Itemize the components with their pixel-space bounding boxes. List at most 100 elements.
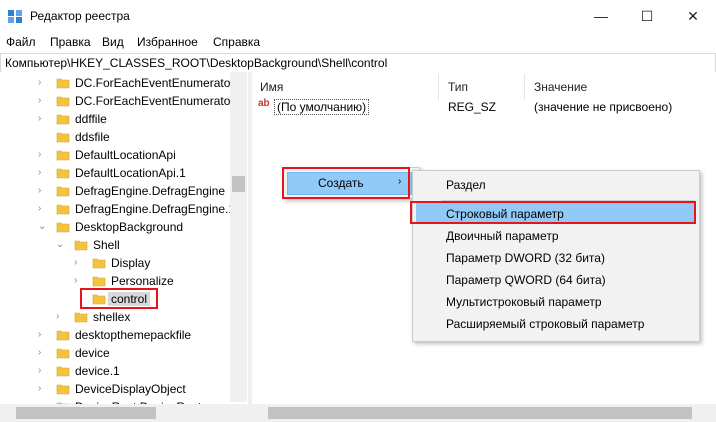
tree-item[interactable]: › DeviceDisplayObject bbox=[0, 380, 230, 398]
tree-item[interactable]: › desktopthemepackfile bbox=[0, 326, 230, 344]
string-value-icon: ab bbox=[258, 98, 270, 109]
tree-item-label: DesktopBackground bbox=[75, 220, 184, 234]
tree-item[interactable]: › DC.ForEachEventEnumerator bbox=[0, 92, 234, 110]
chevron-right-icon[interactable]: › bbox=[38, 113, 41, 124]
tree-item-label: DeviceDisplayObject bbox=[75, 382, 186, 396]
tree-item-label: ddffile bbox=[75, 112, 107, 126]
folder-icon bbox=[56, 204, 70, 215]
chevron-right-icon[interactable]: › bbox=[38, 203, 41, 214]
chevron-right-icon[interactable]: › bbox=[74, 275, 77, 286]
tree-item-label: Display bbox=[111, 256, 151, 270]
column-separator[interactable] bbox=[438, 74, 439, 100]
value-name: (По умолчанию) bbox=[274, 99, 370, 115]
menu-view[interactable]: Вид bbox=[102, 35, 124, 49]
tree-item[interactable]: › Display bbox=[0, 254, 230, 272]
folder-icon bbox=[56, 78, 70, 89]
chevron-down-icon[interactable]: ⌄ bbox=[56, 239, 64, 250]
menu-edit[interactable]: Правка bbox=[50, 35, 91, 49]
tree-panel[interactable]: › DC.ForEachEventEnumerator › DC.ForEachEve… bbox=[0, 72, 248, 422]
chevron-right-icon[interactable]: › bbox=[74, 257, 77, 268]
chevron-right-icon[interactable]: › bbox=[38, 329, 41, 340]
tree-horizontal-scrollbar[interactable] bbox=[0, 404, 248, 422]
chevron-right-icon[interactable]: › bbox=[38, 185, 41, 196]
annotation-highlight-create bbox=[282, 167, 410, 199]
submenu-item-expandable-string-value[interactable]: Расширяемый строковый параметр bbox=[416, 313, 696, 334]
chevron-right-icon[interactable]: › bbox=[38, 77, 41, 88]
folder-icon bbox=[56, 186, 70, 197]
tree-item-label: Personalize bbox=[111, 274, 174, 288]
folder-icon bbox=[74, 240, 88, 251]
tree-item[interactable]: › shellex bbox=[0, 308, 230, 326]
chevron-right-icon[interactable]: › bbox=[38, 95, 41, 106]
column-header-value[interactable]: Значение bbox=[534, 80, 587, 94]
tree-item-label: DC.ForEachEventEnumerator bbox=[75, 94, 235, 108]
submenu-item-dword-value[interactable]: Параметр DWORD (32 бита) bbox=[416, 247, 696, 268]
annotation-highlight-control bbox=[80, 288, 158, 309]
tree-item-label: DefaultLocationApi bbox=[75, 148, 176, 162]
submenu-item-label: Двоичный параметр bbox=[446, 229, 559, 243]
address-bar[interactable]: Компьютер\HKEY_CLASSES_ROOT\DesktopBackg… bbox=[0, 53, 716, 73]
menu-favorites[interactable]: Избранное bbox=[137, 35, 198, 49]
submenu-item-binary-value[interactable]: Двоичный параметр bbox=[416, 225, 696, 246]
submenu-item-label: Раздел bbox=[446, 178, 486, 192]
values-hscroll-thumb[interactable] bbox=[268, 407, 692, 419]
menu-file[interactable]: Файл bbox=[6, 35, 36, 49]
submenu-item-label: Параметр QWORD (64 бита) bbox=[446, 273, 606, 287]
folder-icon bbox=[92, 258, 106, 269]
chevron-right-icon[interactable]: › bbox=[38, 167, 41, 178]
tree-item[interactable]: › DefaultLocationApi bbox=[0, 146, 230, 164]
tree-item[interactable]: › DefaultLocationApi.1 bbox=[0, 164, 230, 182]
tree-scroll-thumb[interactable] bbox=[232, 176, 245, 192]
submenu-item-label: Расширяемый строковый параметр bbox=[446, 317, 645, 331]
chevron-right-icon[interactable]: › bbox=[38, 149, 41, 160]
column-header-name[interactable]: Имя bbox=[260, 80, 283, 94]
window-title: Редактор реестра bbox=[30, 9, 130, 23]
folder-icon bbox=[56, 366, 70, 377]
chevron-right-icon[interactable]: › bbox=[56, 311, 59, 322]
submenu-item-multistring-value[interactable]: Мультистроковый параметр bbox=[416, 291, 696, 312]
minimize-button[interactable]: — bbox=[578, 0, 624, 32]
submenu-item-key[interactable]: Раздел bbox=[416, 174, 696, 195]
submenu-item-label: Мультистроковый параметр bbox=[446, 295, 602, 309]
tree-item[interactable]: › DC.ForEachEventEnumerator bbox=[0, 74, 234, 92]
folder-icon bbox=[56, 96, 70, 107]
tree-item[interactable]: › ddffile bbox=[0, 110, 230, 128]
menu-bar: Файл Правка Вид Избранное Справка bbox=[0, 32, 716, 52]
chevron-right-icon[interactable]: › bbox=[38, 383, 41, 394]
annotation-highlight-string-value bbox=[410, 201, 696, 224]
value-row[interactable]: ab (По умолчанию) REG_SZ (значение не пр… bbox=[256, 98, 716, 116]
tree-item[interactable]: › DefragEngine.DefragEngine.1 bbox=[0, 200, 235, 218]
tree-item[interactable]: › DefragEngine.DefragEngine bbox=[0, 182, 230, 200]
tree-item[interactable]: ⌄ DesktopBackground bbox=[0, 218, 230, 236]
close-icon: ✕ bbox=[687, 8, 699, 24]
close-button[interactable]: ✕ bbox=[670, 0, 716, 32]
column-separator[interactable] bbox=[524, 74, 525, 100]
tree-item-label: desktopthemepackfile bbox=[75, 328, 192, 342]
minimize-icon: — bbox=[594, 8, 608, 24]
tree-item-label: ddsfile bbox=[75, 130, 110, 144]
tree-item[interactable]: › device.1 bbox=[0, 362, 230, 380]
tree-item-label: DefragEngine.DefragEngine.1 bbox=[75, 202, 236, 216]
folder-icon bbox=[56, 114, 70, 125]
folder-icon bbox=[56, 168, 70, 179]
column-header-type[interactable]: Тип bbox=[448, 80, 468, 94]
folder-icon bbox=[56, 132, 70, 143]
title-bar: Редактор реестра — ☐ ✕ bbox=[0, 0, 716, 32]
submenu-item-qword-value[interactable]: Параметр QWORD (64 бита) bbox=[416, 269, 696, 290]
maximize-button[interactable]: ☐ bbox=[624, 0, 670, 32]
chevron-right-icon[interactable]: › bbox=[38, 365, 41, 376]
tree-item[interactable]: ddsfile bbox=[0, 128, 230, 146]
tree-item[interactable]: › device bbox=[0, 344, 230, 362]
menu-help[interactable]: Справка bbox=[213, 35, 260, 49]
tree-hscroll-thumb[interactable] bbox=[16, 407, 156, 419]
submenu-item-label: Параметр DWORD (32 бита) bbox=[446, 251, 605, 265]
create-submenu: Раздел Строковый параметр Двоичный парам… bbox=[412, 170, 700, 342]
folder-icon bbox=[92, 276, 106, 287]
tree-vertical-scrollbar[interactable] bbox=[230, 72, 247, 402]
tree-item[interactable]: ⌄ Shell bbox=[0, 236, 230, 254]
chevron-down-icon[interactable]: ⌄ bbox=[38, 221, 46, 232]
values-horizontal-scrollbar[interactable] bbox=[252, 404, 716, 422]
tree-item-label: DefaultLocationApi.1 bbox=[75, 166, 186, 180]
chevron-right-icon[interactable]: › bbox=[38, 347, 41, 358]
tree-item-label: shellex bbox=[93, 310, 131, 324]
